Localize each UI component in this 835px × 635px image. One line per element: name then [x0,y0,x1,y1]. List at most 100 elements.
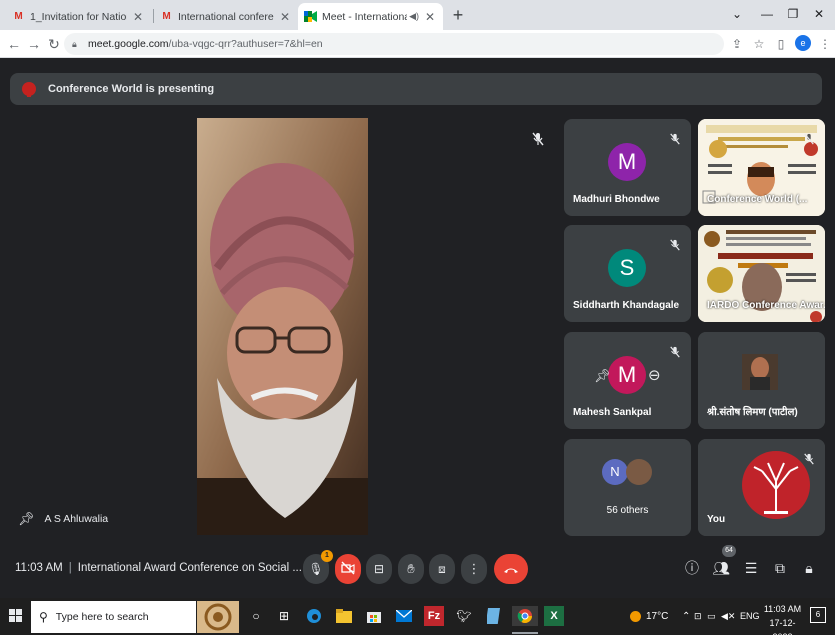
participant-name: Mahesh Sankpal [573,407,652,418]
network-icon[interactable]: ⊡ [694,598,702,635]
new-tab-button[interactable]: + [448,5,468,25]
host-controls-icon[interactable]: 🔒︎ [799,558,819,578]
mic-off-icon [804,133,814,145]
speaker-icon[interactable]: ◀) [409,11,419,22]
raise-hand-button[interactable]: ✋︎ [398,554,424,584]
show-hidden-icons[interactable]: ⌃ [682,598,690,635]
windows-taskbar: ⚲ Type here to search ○ ⊞ Fz 🐦︎ X 17°C ⌃… [0,598,835,635]
meeting-title: International Award Conference on Social… [77,562,302,574]
system-clock[interactable]: 11:03 AM 17-12-2022 [760,602,805,635]
presenter-icon [22,82,36,97]
chat-icon[interactable]: ☰ [741,558,761,578]
weather-sun-icon [630,610,641,622]
presentation-banner[interactable]: Conference World is presenting [10,73,822,105]
address-bar[interactable]: 🔒︎ meet.google.com/uba-vqgc-qrr?authuser… [64,33,724,55]
task-view-icon[interactable]: ⊞ [274,606,294,626]
mic-off-icon [670,239,680,251]
present-screen-icon: ⧈ [438,561,446,576]
browser-tab-conference-mail[interactable]: M International conference Mail ✕ [154,3,298,30]
clock-date: 17-12-2022 [769,618,796,635]
close-tab-icon[interactable]: ✕ [423,10,437,24]
participant-name: IARDO Conference Awar... [707,300,825,311]
app-icon[interactable]: 🐦︎ [454,606,474,626]
participant-tile-santosh[interactable]: श्री.संतोष लिमण (पाटील) [698,332,825,429]
tab-title: International conference Mail [178,10,274,23]
language-indicator[interactable]: ENG [740,598,760,635]
participant-name: Siddharth Khandagale [573,300,680,311]
search-highlight-image[interactable] [197,601,239,633]
lock-icon[interactable]: 🔒︎ [72,39,82,50]
mail-icon[interactable] [394,606,414,626]
excel-icon[interactable]: X [544,606,564,626]
mic-off-icon: 🎙︎ [308,562,324,576]
side-panel-icon[interactable]: ▯ [772,35,790,53]
close-window-button[interactable]: ✕ [804,4,834,24]
meet-control-bar: 11:03 AM | International Award Conference … [0,539,835,598]
mic-off-icon [670,346,680,358]
participant-tile-siddharth[interactable]: S Siddharth Khandagale [564,225,691,322]
meeting-details-icon[interactable]: ⓘ [682,558,702,578]
browser-tab-invitation[interactable]: M 1_Invitation for National Confere ✕ [6,3,151,30]
profile-avatar[interactable]: e [795,35,811,51]
notification-center-icon[interactable]: 6 [810,607,826,623]
close-tab-icon[interactable]: ✕ [278,10,292,24]
remove-icon[interactable]: ⊖ [648,366,661,384]
chevron-down-icon[interactable]: ⌄ [722,4,752,24]
camera-button[interactable] [335,554,361,584]
browser-tab-meet[interactable]: Meet - International Award C ◀) ✕ [298,3,443,30]
people-icon[interactable]: 👥︎ [711,558,731,578]
weather-widget[interactable]: 17°C [630,598,668,635]
participant-name: श्री.संतोष लिमण (पाटील) [707,407,798,418]
mic-off-icon [670,133,680,145]
avatar: S [608,249,646,287]
cortana-icon[interactable]: ○ [246,606,266,626]
volume-mute-icon[interactable]: ◀✕ [721,598,735,635]
forward-button[interactable]: → [24,34,44,54]
menu-kebab-icon[interactable]: ⋮ [816,35,834,53]
gmail-icon: M [14,11,23,22]
bookmark-star-icon[interactable]: ☆ [750,35,768,53]
speaker-video-frame [197,118,368,535]
participant-tile-conference-world[interactable]: Conference World (... [698,119,825,216]
clock-time: 11:03 AM [763,604,802,614]
participant-tile-mahesh[interactable]: M 📌︎ ⊖ Mahesh Sankpal [564,332,691,429]
tab-title: 1_Invitation for National Confere [30,10,127,23]
chrome-icon[interactable] [512,606,538,626]
mic-off-icon [804,453,814,465]
close-tab-icon[interactable]: ✕ [131,10,145,24]
participant-tile-madhuri[interactable]: M Madhuri Bhondwe [564,119,691,216]
reload-button[interactable]: ↻ [44,34,64,54]
notes-icon[interactable] [484,606,504,626]
edge-icon[interactable] [304,606,324,626]
activities-icon[interactable]: ⧉ [770,558,790,578]
pin-icon[interactable]: 📌︎ [594,368,611,384]
back-button[interactable]: ← [4,34,24,54]
store-icon[interactable] [364,606,384,626]
browser-tab-strip: M 1_Invitation for National Confere ✕ M … [0,0,835,30]
search-placeholder: Type here to search [55,611,149,623]
filezilla-icon[interactable]: Fz [424,606,444,626]
present-button[interactable]: ⧈ [429,554,455,584]
taskbar-search-box[interactable]: ⚲ Type here to search [31,601,196,633]
battery-icon[interactable]: ▭ [707,598,716,635]
main-speaker-video[interactable] [197,118,368,535]
participant-count: 64 [722,545,736,557]
avatar [626,459,652,485]
file-explorer-icon[interactable] [334,606,354,626]
participant-tile-iardo[interactable]: IARDO Conference Awar... [698,225,825,322]
screen: M 1_Invitation for National Confere ✕ M … [0,0,835,635]
share-icon[interactable]: ⇪ [728,35,746,53]
participant-name: 56 others [606,505,649,516]
main-speaker-name: A S Ahluwalia [44,513,109,525]
meet-icon [304,10,317,23]
pin-icon[interactable]: 📌︎ [18,511,35,527]
participant-tile-you[interactable]: You [698,439,825,536]
leave-call-button[interactable] [494,554,528,584]
participant-tile-others[interactable]: N 56 others [564,439,691,536]
temperature: 17°C [646,611,669,622]
captions-button[interactable]: ⊟ [366,554,392,584]
windows-start-icon[interactable] [9,609,23,623]
microphone-button[interactable]: 🎙︎ 1 [303,550,333,584]
more-options-button[interactable]: ⋮ [461,554,487,584]
gmail-icon: M [162,11,171,22]
